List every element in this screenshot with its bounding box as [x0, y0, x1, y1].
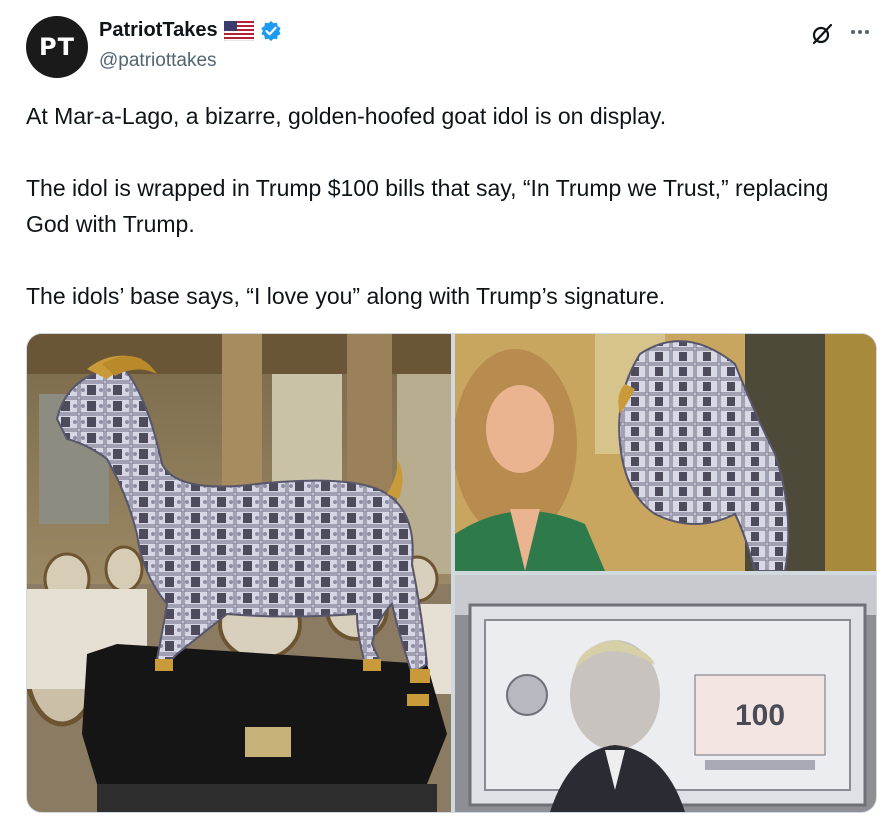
goat-idol-photo[interactable] [27, 334, 451, 812]
display-name[interactable]: PatriotTakes [99, 19, 218, 42]
bill-denomination-text: 100 [735, 699, 785, 732]
us-flag-icon [223, 20, 254, 41]
verified-badge-icon[interactable] [260, 20, 282, 42]
avatar[interactable]: PT [26, 16, 88, 78]
media-grid: 100 [26, 333, 877, 813]
more-icon[interactable] [846, 18, 874, 46]
bill-closeup-photo[interactable]: 100 [455, 575, 876, 812]
grok-icon[interactable] [810, 22, 834, 46]
avatar-text: PT [39, 33, 75, 61]
author-handle[interactable]: @patriottakes [99, 50, 217, 72]
tweet-text: At Mar-a-Lago, a bizarre, golden-hoofed … [26, 103, 829, 309]
woman-with-goat-photo[interactable] [455, 334, 876, 571]
author-name-row: PatriotTakes [99, 19, 282, 42]
